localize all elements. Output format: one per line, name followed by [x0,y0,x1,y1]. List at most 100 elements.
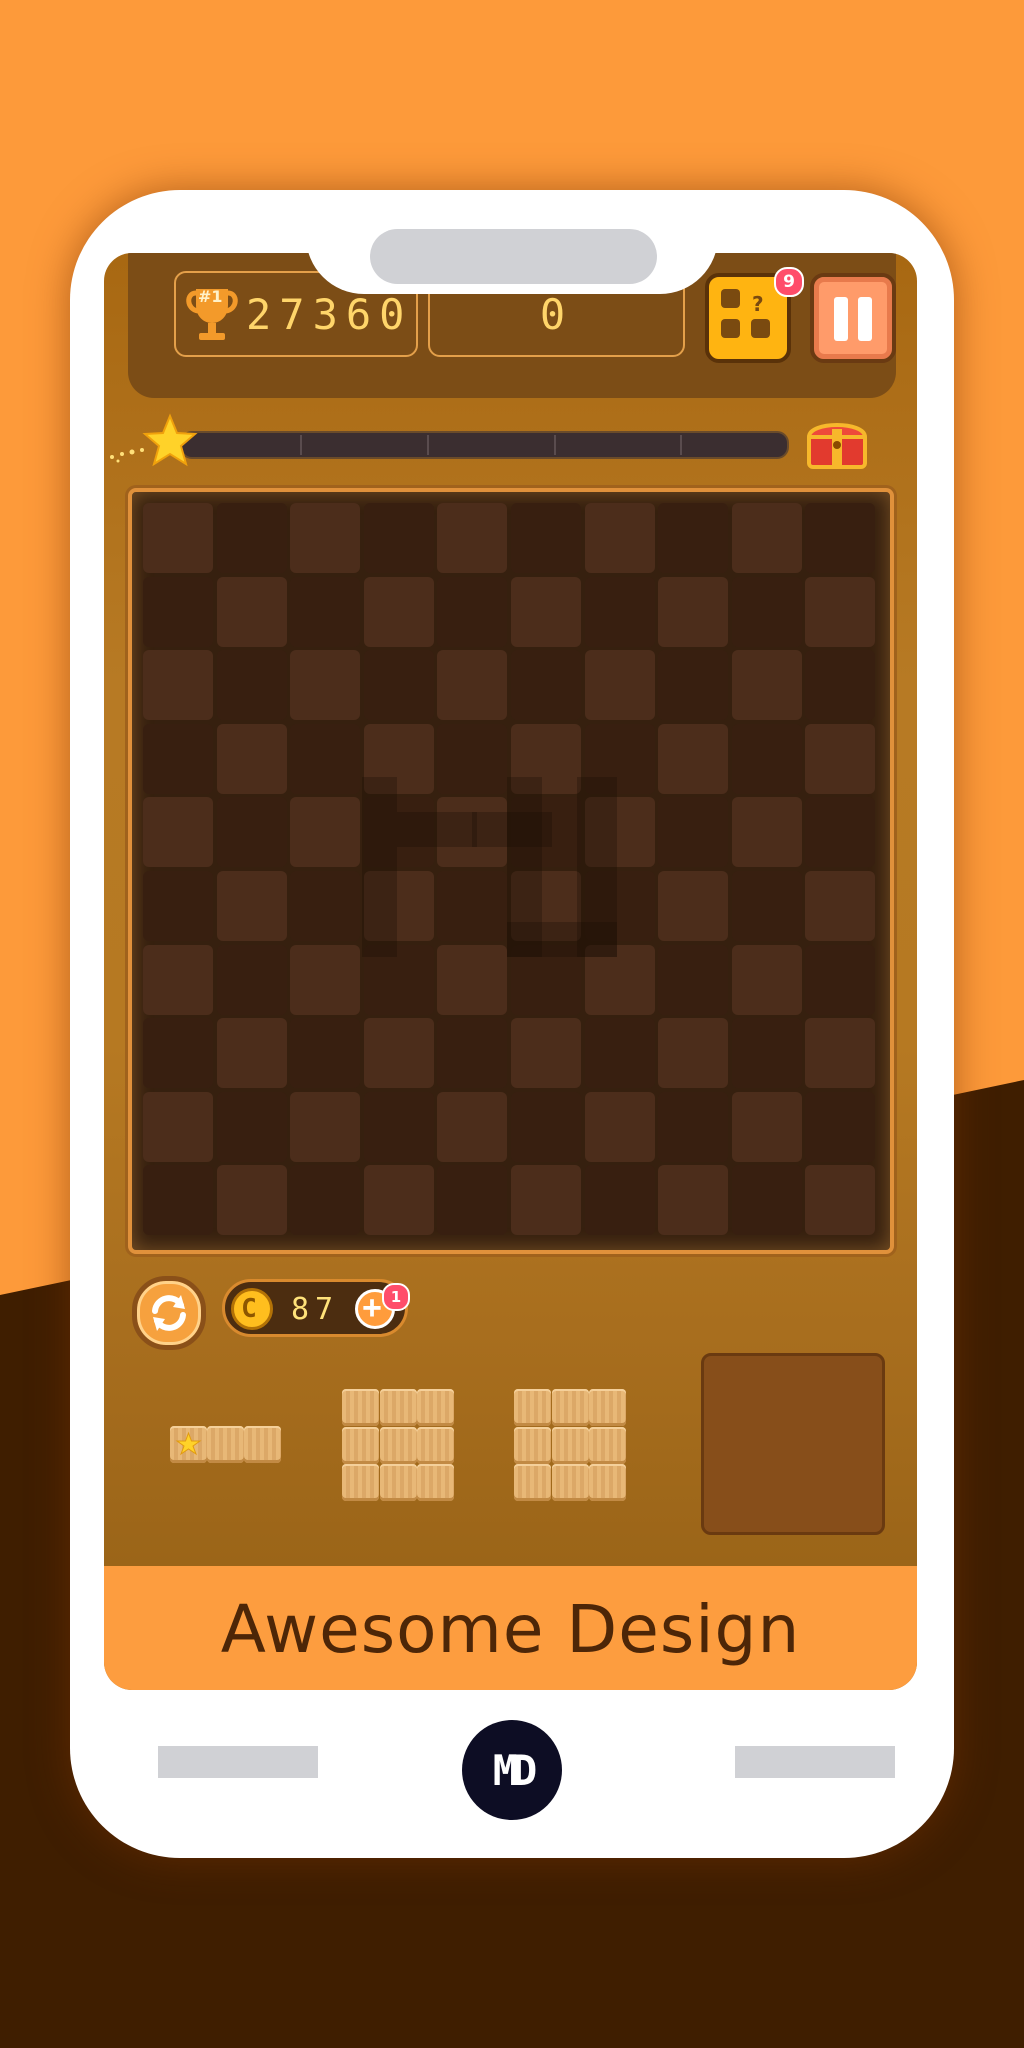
board-cell[interactable] [437,1091,508,1162]
board-cell[interactable] [437,1165,508,1236]
board-cell[interactable] [805,871,876,941]
board-cell[interactable] [143,1018,213,1089]
board-cell[interactable] [216,1091,287,1162]
board-cell[interactable] [805,797,876,868]
board-cell[interactable] [363,576,434,647]
board-cell[interactable] [805,723,876,794]
board-cell[interactable] [437,871,508,941]
board-cell[interactable] [658,1091,729,1162]
board-cell[interactable] [216,871,287,941]
board-cell[interactable] [658,797,729,868]
board-cell[interactable] [437,944,508,1015]
board-cell[interactable] [658,871,729,941]
board-cell[interactable] [584,503,655,573]
board-cell[interactable] [511,576,581,647]
pause-button[interactable] [810,273,896,363]
board-cell[interactable] [658,1018,729,1089]
board-cell[interactable] [658,576,729,647]
tile-star-icon [175,1431,202,1456]
board-cell[interactable] [216,1018,287,1089]
board-cell[interactable] [511,650,581,721]
board-cell[interactable] [511,1018,581,1089]
board-cell[interactable] [805,944,876,1015]
board-cell[interactable] [437,723,508,794]
board-cell[interactable] [658,503,729,573]
board-cell[interactable] [363,503,434,573]
board-cell[interactable] [731,1165,802,1236]
board-cell[interactable] [363,1018,434,1089]
piece-tile [589,1426,626,1464]
board-cell[interactable] [731,576,802,647]
board-cell[interactable] [731,723,802,794]
board-cell[interactable] [216,797,287,868]
board-cell[interactable] [584,650,655,721]
board-cell[interactable] [731,1018,802,1089]
board-cell[interactable] [731,650,802,721]
game-screen: #1 27360 0 ? 9 C 87 + 1 Awesome Design [104,253,917,1690]
board-cell[interactable] [216,503,287,573]
board-cell[interactable] [658,650,729,721]
board-cell[interactable] [805,1091,876,1162]
piece-tile [342,1389,379,1426]
board-cell[interactable] [584,576,655,647]
board-cell[interactable] [437,576,508,647]
board-cell[interactable] [143,944,213,1015]
board-cell[interactable] [216,1165,287,1236]
game-board[interactable] [128,488,894,1254]
board-cell[interactable] [363,1091,434,1162]
board-cell[interactable] [731,944,802,1015]
board-cell[interactable] [363,1165,434,1236]
board-cell[interactable] [805,1018,876,1089]
board-cell[interactable] [658,1165,729,1236]
board-cell[interactable] [290,1165,361,1236]
board-cell[interactable] [731,503,802,573]
board-cell[interactable] [143,503,213,573]
refresh-button[interactable] [132,1276,206,1350]
board-cell[interactable] [731,1091,802,1162]
board-cell[interactable] [658,944,729,1015]
board-cell[interactable] [143,650,213,721]
treasure-chest-icon[interactable] [804,413,870,471]
nav-bar-left [158,1746,318,1778]
board-cell[interactable] [805,503,876,573]
board-cell[interactable] [511,1091,581,1162]
board-cell[interactable] [143,576,213,647]
piece-tile [589,1389,626,1426]
board-cell[interactable] [290,944,361,1015]
board-cell[interactable] [584,1165,655,1236]
board-cell[interactable] [511,503,581,573]
board-cell[interactable] [805,576,876,647]
board-cell[interactable] [584,1091,655,1162]
board-cell[interactable] [363,650,434,721]
board-cell[interactable] [658,723,729,794]
board-cell[interactable] [143,723,213,794]
board-cell[interactable] [290,871,361,941]
board-cell[interactable] [216,650,287,721]
board-cell[interactable] [290,650,361,721]
board-cell[interactable] [290,1091,361,1162]
board-cell[interactable] [731,797,802,868]
board-cell[interactable] [216,723,287,794]
board-cell[interactable] [511,1165,581,1236]
board-cell[interactable] [437,503,508,573]
board-cell[interactable] [143,797,213,868]
board-cell[interactable] [584,1018,655,1089]
board-cell[interactable] [143,1091,213,1162]
board-cell[interactable] [290,723,361,794]
board-cell[interactable] [731,871,802,941]
board-cell[interactable] [290,1018,361,1089]
piece-tile [514,1389,551,1426]
board-cell[interactable] [290,503,361,573]
board-cell[interactable] [290,797,361,868]
board-cell[interactable] [216,944,287,1015]
progress-tick [300,435,302,455]
board-cell[interactable] [437,1018,508,1089]
board-cell[interactable] [216,576,287,647]
board-cell[interactable] [143,871,213,941]
board-cell[interactable] [437,650,508,721]
board-cell[interactable] [290,576,361,647]
board-cell[interactable] [805,1165,876,1236]
pause-icon [834,297,848,341]
board-cell[interactable] [143,1165,213,1236]
board-cell[interactable] [805,650,876,721]
